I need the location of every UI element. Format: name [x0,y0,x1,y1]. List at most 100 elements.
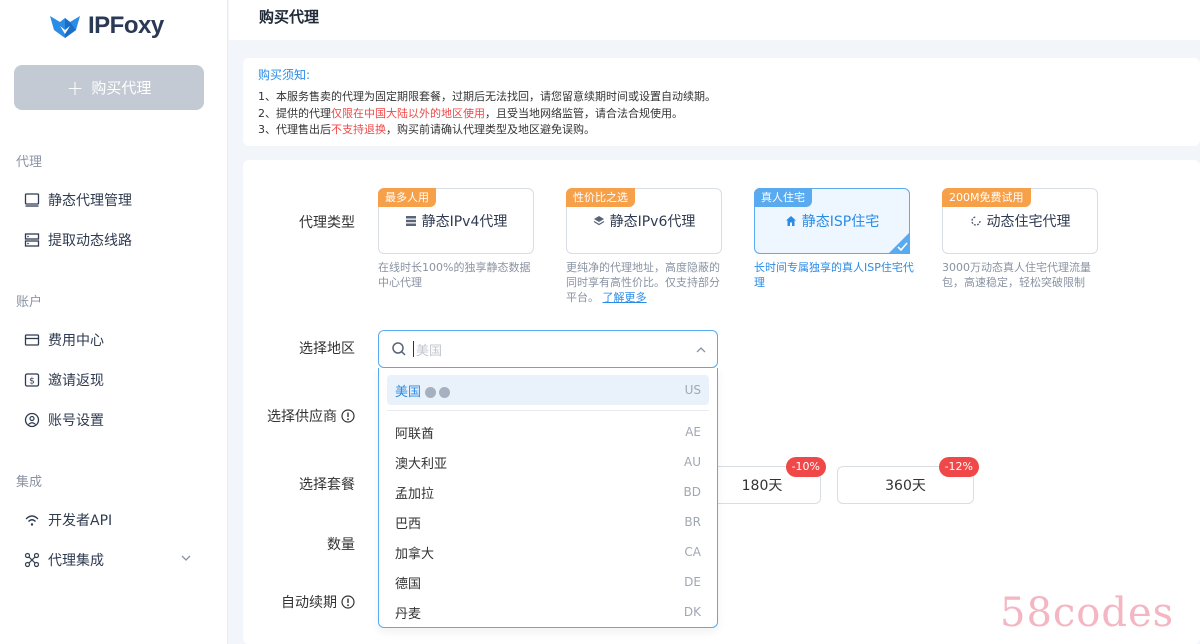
plan-option-label: 360天 [885,478,926,494]
region-option-us[interactable]: 美国 US [387,375,709,405]
proxy-type-dynamic[interactable]: 200M免费试用 动态住宅代理 [942,188,1098,254]
server-rack-icon [405,216,416,226]
help-icon[interactable] [341,595,355,609]
selected-check-icon [888,232,910,254]
verified-icon [425,386,437,398]
proxy-type-name: 静态IPv4代理 [379,211,533,231]
sidebar-item-label: 提取动态线路 [48,233,132,249]
proxy-type-label: 静态IPv4代理 [421,214,508,230]
dropdown-divider [387,410,709,411]
chevron-up-icon[interactable] [695,344,707,356]
chevron-down-icon[interactable] [180,552,192,564]
region-option-br[interactable]: 巴西 BR [387,507,709,537]
proxy-tag: 真人住宅 [754,188,812,207]
region-option-code: US [684,383,701,397]
proxy-type-label: 代理类型 [299,215,355,231]
buy-proxy-label: 购买代理 [91,79,152,97]
plan-option-180[interactable]: 180天 -10% [703,457,826,504]
proxy-type-name: 静态ISP住宅 [755,211,909,231]
notice-line-2: 2、提供的代理仅限在中国大陆以外的地区使用，且受当地网络监管，请合法合规使用。 [258,106,1185,123]
sidebar-item-label: 费用中心 [48,333,104,349]
region-option-name: 丹麦 [395,606,422,622]
proxy-type-desc: 更纯净的代理地址，高度隐蔽的同时享有高性价比。仅支持部分平台。 了解更多 [566,260,726,305]
region-option-name: 孟加拉 [395,486,435,502]
region-option-code: DK [683,605,701,619]
sidebar: IPFoxy + 购买代理 代理 静态代理管理 提取动态线路 账户 费用中心 $… [0,0,228,644]
home-icon [785,216,796,226]
fox-logo-icon [50,16,80,38]
sidebar-item-label: 账号设置 [48,413,104,429]
sidebar-item-referral[interactable]: $ 邀请返现 [24,370,104,390]
region-option-code: AU [684,455,701,469]
watermark: 58codes [1000,590,1175,636]
purchase-form-panel: 代理类型 最多人用 静态IPv4代理 在线时长100%的独享静态数据中心代理 性… [243,160,1200,644]
region-option-code: DE [684,575,701,589]
provider-label: 选择供应商 [243,406,355,426]
sidebar-item-label: 代理集成 [48,553,104,569]
region-option-name: 美国 [395,384,422,400]
region-option-code: BR [684,515,701,529]
nav-section-integration: 集成 [16,475,43,490]
notice-line-3: 3、代理售出后不支持退换，购买前请确认代理类型及地区避免误购。 [258,122,1185,139]
notice-text: 2、提供的代理 [258,106,331,120]
proxy-type-ipv4[interactable]: 最多人用 静态IPv4代理 [378,188,534,254]
sidebar-item-proxy-integration[interactable]: 代理集成 [24,550,104,570]
region-option-name: 加拿大 [395,546,435,562]
plan-option-360[interactable]: 360天 -12% [837,457,979,504]
help-icon[interactable] [341,409,355,423]
region-label: 选择地区 [299,341,355,357]
proxy-type-desc: 在线时长100%的独享静态数据中心代理 [378,261,531,289]
region-option-name: 澳大利亚 [395,456,448,472]
region-option-au[interactable]: 澳大利亚 AU [387,447,709,477]
top-bar: 购买代理 [229,0,1200,40]
brand-name: IPFoxy [88,12,164,39]
text-cursor [413,341,414,357]
page-title: 购买代理 [259,8,320,26]
search-icon [392,342,406,356]
proxy-tag: 性价比之选 [566,188,635,207]
region-badges [425,386,451,398]
region-option-de[interactable]: 德国 DE [387,567,709,597]
region-option-ae[interactable]: 阿联酋 AE [387,417,709,447]
proxy-type-isp[interactable]: 真人住宅 静态ISP住宅 [754,188,910,254]
region-option-name-wrap: 美国 [395,381,451,400]
refresh-icon [970,216,981,226]
notice-title: 购买须知: [258,68,311,82]
region-search-input[interactable]: 美国 [378,330,718,368]
plus-icon: + [66,75,84,100]
region-option-code: BD [683,485,701,499]
buy-proxy-button[interactable]: + 购买代理 [14,65,204,110]
proxy-type-desc: 3000万动态真人住宅代理流量包，高速稳定，轻松突破限制 [942,261,1091,289]
provider-label-text: 选择供应商 [267,409,337,425]
proxy-type-ipv6[interactable]: 性价比之选 静态IPv6代理 [566,188,722,254]
user-icon [24,412,40,428]
proxy-type-label: 动态住宅代理 [986,214,1071,230]
notice-text: ，且受当地网络监管，请合法合规使用。 [485,106,683,120]
sidebar-item-label: 邀请返现 [48,373,104,389]
region-option-bd[interactable]: 孟加拉 BD [387,477,709,507]
region-option-name: 德国 [395,576,422,592]
sidebar-item-label: 开发者API [48,513,113,529]
auto-renew-label-text: 自动续期 [281,595,337,611]
wallet-icon [24,334,40,346]
brand-logo[interactable]: IPFoxy [48,12,164,40]
plan-option-label: 180天 [741,478,783,494]
sidebar-item-dynamic-lines[interactable]: 提取动态线路 [24,230,132,250]
region-option-code: CA [684,545,701,559]
integration-icon [24,552,40,568]
layers-icon [593,216,604,226]
sidebar-item-billing[interactable]: 费用中心 [24,330,104,350]
sidebar-item-developer-api[interactable]: 开发者API [24,510,112,530]
learn-more-link[interactable]: 了解更多 [603,291,647,304]
region-dropdown: 美国 US 阿联酋 AE 澳大利亚 AU 孟加拉 BD 巴西 BR 加拿大 CA… [378,368,718,628]
region-placeholder: 美国 [416,343,443,359]
proxy-tag: 200M免费试用 [942,188,1031,207]
plan-label: 选择套餐 [299,477,355,493]
proxy-type-name: 动态住宅代理 [943,211,1097,231]
sidebar-item-static-proxy[interactable]: 静态代理管理 [24,190,132,210]
region-option-ca[interactable]: 加拿大 CA [387,537,709,567]
hot-icon [439,386,451,398]
region-option-dk[interactable]: 丹麦 DK [387,597,709,627]
sidebar-item-account-settings[interactable]: 账号设置 [24,410,104,430]
monitor-icon [24,193,40,207]
